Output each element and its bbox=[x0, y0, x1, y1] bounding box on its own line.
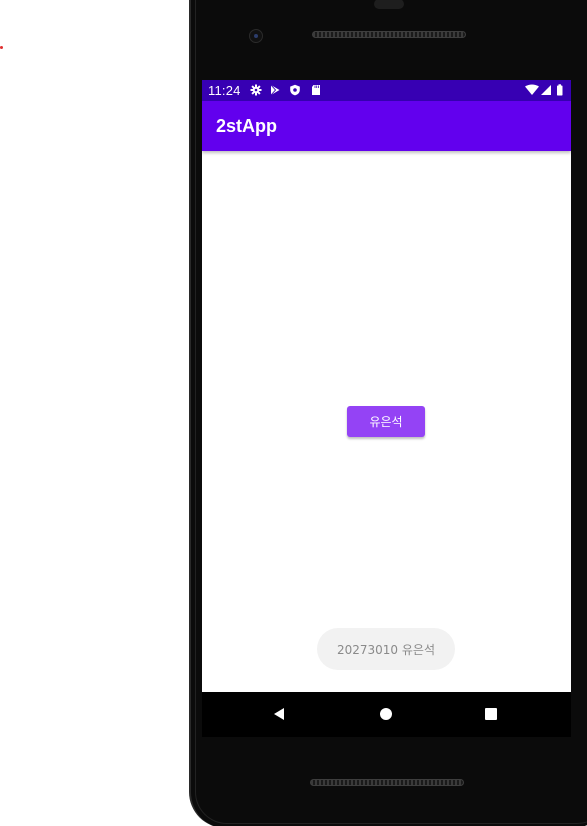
battery-icon bbox=[557, 84, 563, 96]
back-button[interactable] bbox=[270, 705, 288, 723]
toast-text: 20273010 유은석 bbox=[336, 642, 435, 657]
canvas: 11:24 2stApp 유은석 20273010 유은석 bbox=[0, 0, 587, 826]
device-screen: 11:24 2stApp 유은석 20273010 유은석 bbox=[202, 80, 571, 733]
status-time: 11:24 bbox=[208, 83, 241, 98]
status-right-icons bbox=[525, 84, 563, 96]
cell-signal-icon bbox=[541, 85, 551, 95]
name-button[interactable]: 유은석 bbox=[347, 406, 425, 437]
status-bar: 11:24 bbox=[202, 80, 571, 101]
recents-button[interactable] bbox=[482, 705, 500, 723]
front-camera bbox=[249, 29, 263, 43]
home-icon bbox=[380, 708, 392, 720]
sd-card-icon bbox=[312, 85, 320, 95]
gear-icon bbox=[250, 84, 262, 96]
navigation-bar bbox=[202, 692, 571, 737]
app-bar: 2stApp bbox=[202, 101, 571, 151]
back-icon bbox=[274, 708, 284, 720]
bottom-speaker-grille bbox=[310, 779, 464, 786]
wifi-icon bbox=[525, 84, 539, 95]
recents-icon bbox=[485, 708, 497, 720]
red-dot-marker bbox=[0, 46, 3, 49]
app-title: 2stApp bbox=[216, 116, 278, 136]
home-button[interactable] bbox=[377, 705, 395, 723]
shield-icon bbox=[290, 84, 300, 96]
play-store-icon bbox=[270, 84, 280, 96]
top-notch bbox=[374, 0, 404, 9]
top-speaker-grille bbox=[312, 31, 466, 38]
toast-message: 20273010 유은석 bbox=[317, 628, 455, 670]
